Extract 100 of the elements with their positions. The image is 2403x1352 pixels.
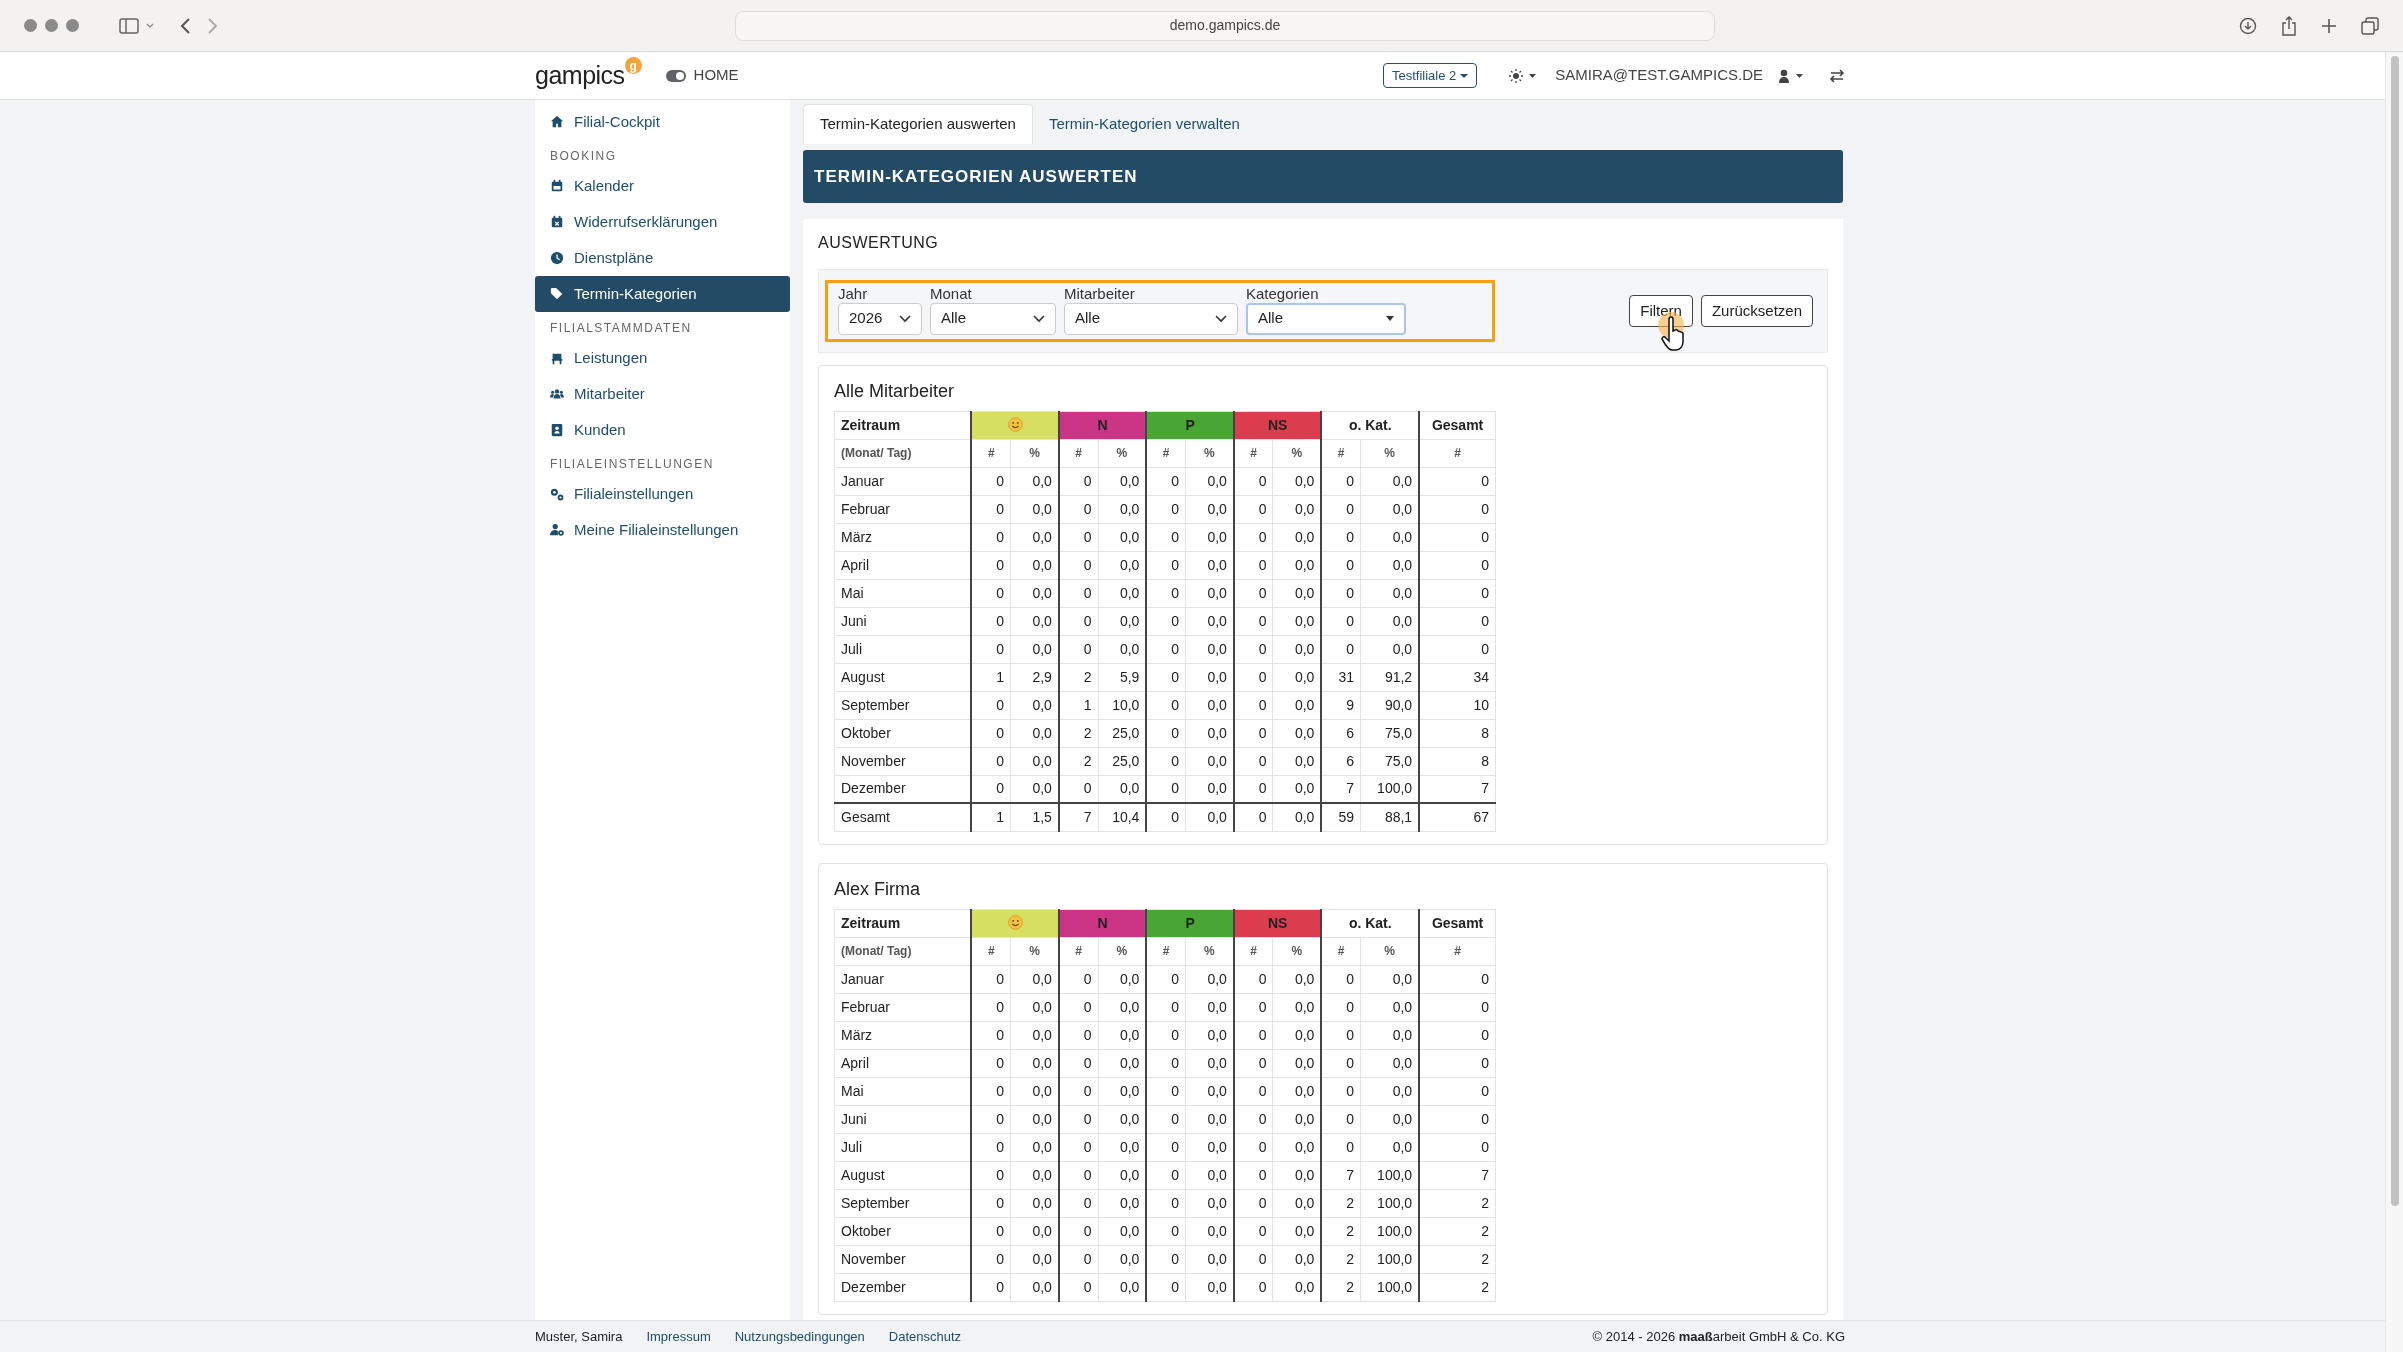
window-controls-icon[interactable] [24,19,79,32]
table-cell: 0 [1058,1021,1098,1049]
table-cell: 7 [1321,1161,1361,1189]
caret-icon [1386,316,1394,321]
table-cell: 0 [971,747,1011,775]
table-cell: 0 [1321,607,1361,635]
table-cell: 0 [1146,663,1186,691]
tabs-icon[interactable] [2361,16,2379,35]
sidebar-item-icon [550,287,564,301]
table-cell: 0 [1233,1049,1273,1077]
select-field[interactable]: Alle [930,302,1056,335]
select-field[interactable]: Alle [1064,302,1238,335]
download-icon[interactable] [2239,16,2257,35]
table-cell: 0 [1233,1245,1273,1273]
column-header: o. Kat. [1321,411,1420,439]
table-cell: 0 [1058,579,1098,607]
table-cell: 0,0 [1185,803,1234,831]
user-email[interactable]: SAMIRA@TEST.GAMPICS.DE [1555,64,1763,87]
table-cell: 0 [1419,467,1496,495]
table-cell: 0 [1321,467,1361,495]
table-cell: August [834,1161,972,1189]
address-bar[interactable]: demo.gampics.de [735,10,1715,41]
footer-link[interactable]: Nutzungsbedingungen [734,1326,865,1347]
table-cell: 0 [1233,635,1273,663]
table-cell: 0 [1419,1077,1496,1105]
toggle-switch-icon[interactable] [665,69,686,82]
scrollbar[interactable] [2385,52,2403,1352]
reset-button[interactable]: Zurücksetzen [1700,294,1813,327]
footer-link[interactable]: Impressum [646,1326,711,1347]
table-cell: 0 [1146,775,1186,803]
swap-icon[interactable] [1829,68,1845,83]
sidebar-item[interactable]: Termin-Kategorien [535,276,790,312]
share-icon[interactable] [2281,15,2297,36]
table-cell: Mai [834,1077,972,1105]
home-link[interactable]: HOME [693,64,739,87]
sidebar-toggle-icon[interactable] [119,16,155,35]
table-cell: Juni [834,607,972,635]
tab[interactable]: Termin-Kategorien verwalten [1032,104,1256,144]
table-cell: 0 [1146,1217,1186,1245]
filter-label: Mitarbeiter [1064,286,1136,303]
table-cell: 8 [1419,719,1496,747]
table-cell: 2 [1419,1273,1496,1301]
table-cell: 0 [1233,993,1273,1021]
table-cell: 0 [971,1049,1011,1077]
table-cell: 8 [1419,747,1496,775]
sidebar-item-icon [550,523,564,537]
table-cell: 0 [971,467,1011,495]
table-cell: 2 [1321,1245,1361,1273]
branch-dropdown[interactable]: Testfiliale 2 [1382,62,1478,89]
table-cell: 0 [971,1105,1011,1133]
table-cell: September [834,691,972,719]
table-cell: 0 [1146,1273,1186,1301]
sidebar-item[interactable]: Mitarbeiter [535,376,790,412]
table-cell: Juli [834,1133,972,1161]
table-title: Alex Firma [834,877,921,901]
sidebar-item[interactable]: Kalender [535,168,790,204]
table-cell: März [834,523,972,551]
sidebar-item[interactable]: Filialeinstellungen [535,476,790,512]
sidebar-item-icon [550,179,564,193]
smiley-icon [1007,914,1023,930]
table-cell: 0 [1419,1133,1496,1161]
table-cell: 0 [971,993,1011,1021]
sidebar-item[interactable]: Meine Filialeinstellungen [535,512,790,548]
table-cell: 2 [1419,1245,1496,1273]
back-icon[interactable] [179,16,191,35]
chevron-down-icon [1033,314,1045,323]
table-cell: 0 [1233,551,1273,579]
select-field[interactable]: 2026 [838,302,922,335]
column-header: NS [1233,411,1322,439]
column-subheader: # [971,439,1011,467]
table-cell: 0 [1321,965,1361,993]
footer-link[interactable]: Datenschutz [888,1326,962,1347]
table-cell: 0 [1321,635,1361,663]
table-cell: 0 [971,775,1011,803]
table-cell: 34 [1419,663,1496,691]
table-cell: 0 [1321,1133,1361,1161]
table-cell: April [834,1049,972,1077]
tab[interactable]: Termin-Kategorien auswerten [803,104,1033,144]
table-cell: 2 [1058,719,1098,747]
table-cell: 0 [1321,1077,1361,1105]
table-cell: 7 [1419,1161,1496,1189]
column-subheader: # [1146,937,1186,965]
select-field[interactable]: Alle [1246,302,1406,335]
column-header: P [1146,411,1234,439]
table-cell: 0 [1233,1133,1273,1161]
table-cell: November [834,747,972,775]
sidebar-item[interactable]: Kunden [535,412,790,448]
table-cell: 0 [1146,1245,1186,1273]
column-subheader: # [1321,937,1361,965]
sidebar-item[interactable]: Dienstpläne [535,240,790,276]
table-cell: 0 [1419,523,1496,551]
sidebar-item[interactable]: Widerrufserklärungen [535,204,790,240]
table-cell: Januar [834,467,972,495]
sidebar-item[interactable]: Filial-Cockpit [535,104,790,140]
user-icon[interactable] [1779,68,1805,83]
sidebar-item[interactable]: Leistungen [535,340,790,376]
table-cell: 0 [1146,1021,1186,1049]
table-cell: 0 [971,551,1011,579]
plus-icon[interactable] [2321,17,2337,34]
page-title-bar: TERMIN-KATEGORIEN AUSWERTEN [803,149,1843,203]
